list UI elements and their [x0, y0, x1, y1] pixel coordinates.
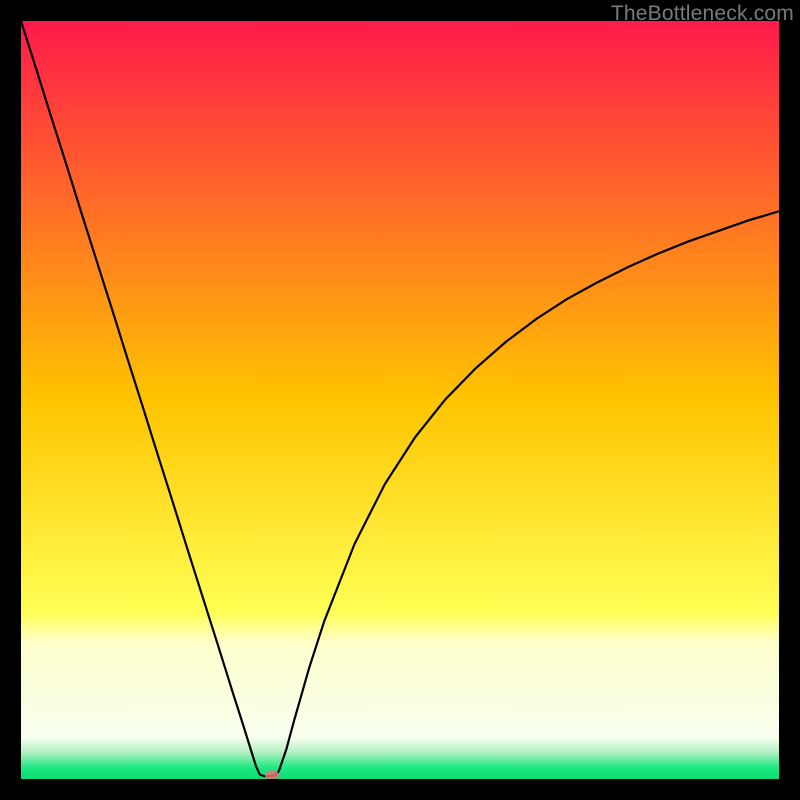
bottleneck-chart: [21, 21, 779, 779]
chart-frame: [21, 21, 779, 779]
gradient-background: [21, 21, 779, 779]
watermark-text: TheBottleneck.com: [611, 2, 794, 26]
